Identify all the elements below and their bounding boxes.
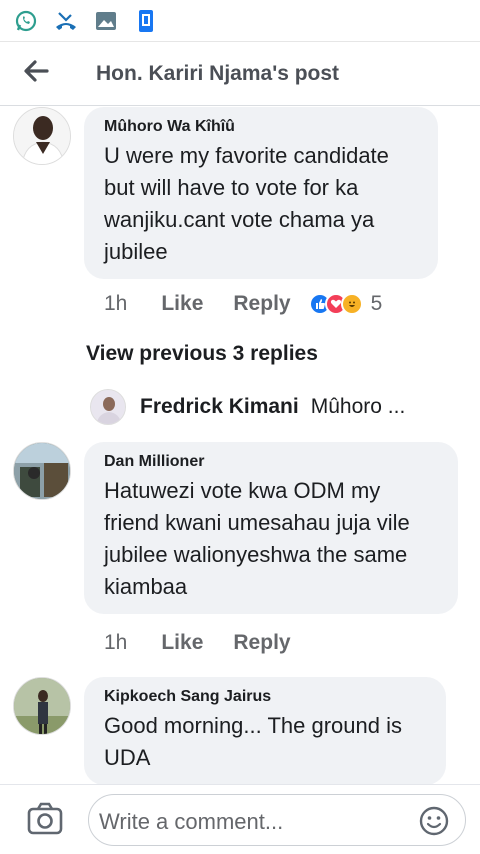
comment-line: jubilee	[104, 239, 168, 264]
comment-line: Good morning... The ground is	[104, 713, 402, 738]
like-button[interactable]: Like	[161, 292, 203, 316]
comment-actions: 1h Like Reply 5	[104, 292, 382, 316]
comment-composer: Write a comment...	[0, 784, 480, 854]
back-button[interactable]	[0, 42, 72, 106]
comment-line: U were my favorite candidate	[104, 143, 389, 168]
gallery-icon	[94, 9, 118, 33]
reply-preview[interactable]: Fredrick Kimani Mûhoro ...	[90, 389, 405, 425]
comment-line: Hatuwezi vote kwa ODM my	[104, 478, 381, 503]
comment-time: 1h	[104, 631, 128, 654]
comment-actions: 1h Like Reply	[104, 631, 321, 655]
whatsapp-icon	[14, 9, 38, 33]
reply-button[interactable]: Reply	[233, 631, 290, 655]
comment-bubble[interactable]: Dan Millioner Hatuwezi vote kwa ODM my f…	[84, 442, 458, 614]
avatar[interactable]	[13, 442, 71, 500]
avatar[interactable]	[13, 677, 71, 735]
missed-call-icon	[54, 9, 78, 33]
reactions-summary[interactable]: 5	[308, 292, 383, 316]
back-arrow-icon	[23, 60, 49, 87]
comment-line: but will have to vote for ka	[104, 175, 359, 200]
avatar	[90, 389, 126, 425]
comment-text: Hatuwezi vote kwa ODM my friend kwani um…	[104, 475, 438, 603]
comment-text: U were my favorite candidate but will ha…	[104, 140, 418, 268]
page-title: Hon. Kariri Njama's post	[96, 61, 340, 85]
comment-author[interactable]: Mûhoro Wa Kîhîû	[104, 117, 418, 137]
comments-feed[interactable]: Mûhoro Wa Kîhîû U were my favorite candi…	[0, 107, 480, 784]
post-header: Hon. Kariri Njama's post	[0, 42, 480, 106]
comment-time: 1h	[104, 292, 128, 315]
avatar[interactable]	[13, 107, 71, 165]
comment-line: wanjiku.cant vote chama ya	[104, 207, 375, 232]
reply-button[interactable]: Reply	[233, 292, 290, 316]
comment-line: friend kwani umesahau juja vile	[104, 510, 410, 535]
reaction-count: 5	[370, 292, 383, 315]
reply-snippet: Mûhoro ...	[310, 395, 406, 418]
status-bar	[0, 0, 480, 42]
like-button[interactable]: Like	[161, 631, 203, 655]
comment-author[interactable]: Dan Millioner	[104, 452, 438, 472]
view-previous-replies-link[interactable]: View previous 3 replies	[86, 342, 318, 366]
reply-author[interactable]: Fredrick Kimani	[140, 395, 299, 419]
phone-app-icon	[134, 9, 158, 33]
comment-input-placeholder: Write a comment...	[99, 809, 284, 834]
emoji-icon[interactable]	[419, 806, 449, 836]
comment-line: UDA	[104, 745, 151, 770]
comment-input[interactable]: Write a comment...	[88, 794, 466, 846]
comment-bubble[interactable]: Kipkoech Sang Jairus Good morning... The…	[84, 677, 446, 784]
camera-icon[interactable]	[26, 801, 64, 837]
comment-line: kiambaa	[104, 574, 188, 599]
comment-text: Good morning... The ground is UDA	[104, 710, 426, 774]
comment-author[interactable]: Kipkoech Sang Jairus	[104, 687, 426, 707]
haha-reaction-icon	[340, 293, 363, 315]
comment-line: jubilee walionyeshwa the same	[104, 542, 408, 567]
comment-bubble[interactable]: Mûhoro Wa Kîhîû U were my favorite candi…	[84, 107, 438, 279]
